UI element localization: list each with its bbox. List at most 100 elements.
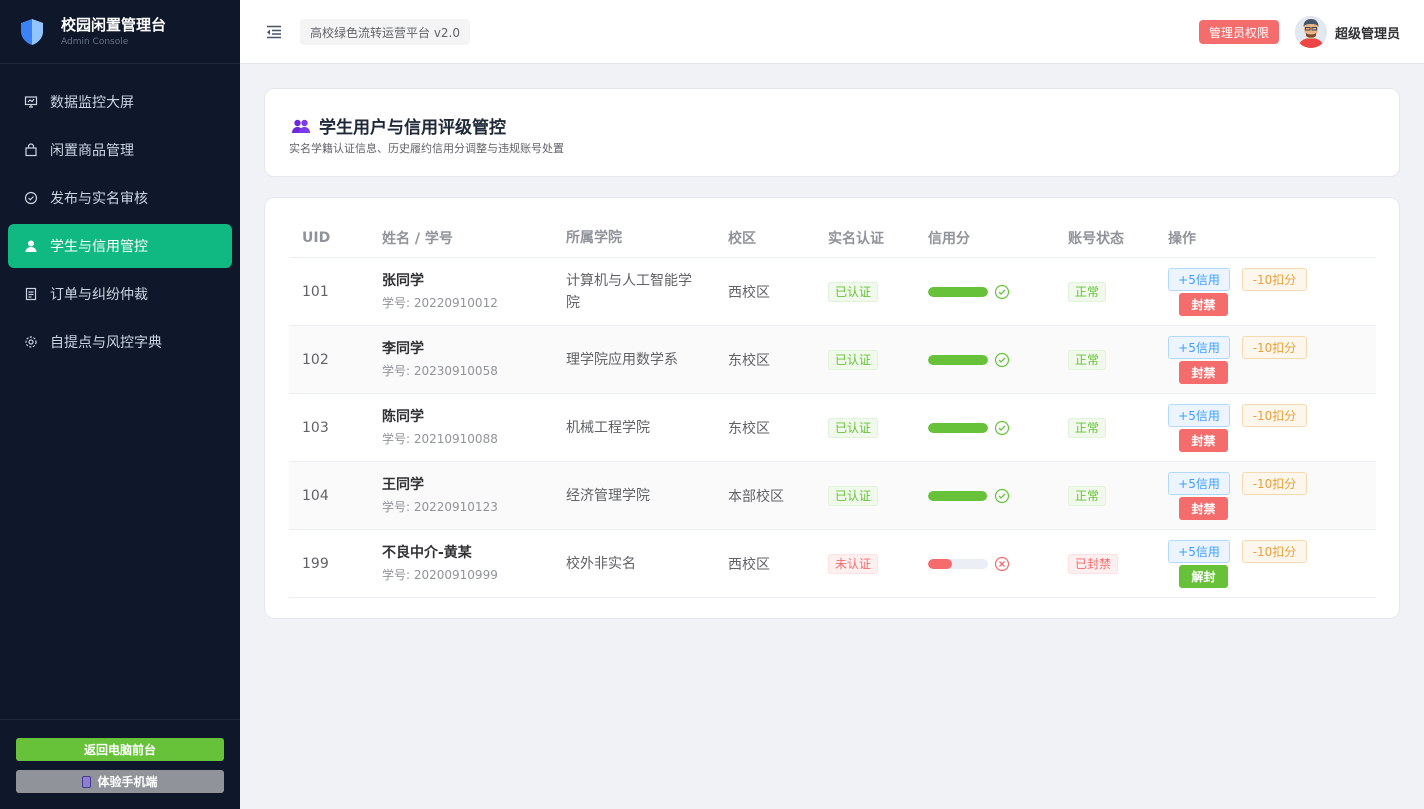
student-id: 学号: 20210910088 <box>382 432 498 446</box>
column-header-verify[interactable]: 实名认证 <box>828 218 884 257</box>
status-badge: 正常 <box>1068 349 1107 370</box>
college-cell: 理学院应用数学系 <box>566 351 678 368</box>
credit-cell <box>928 326 1010 393</box>
verify-cell: 已认证 <box>828 462 879 529</box>
column-header-credit[interactable]: 信用分 <box>928 218 970 257</box>
back-to-frontend-button[interactable]: 返回电脑前台 <box>16 738 224 761</box>
add-credit-button[interactable]: +5信用 <box>1168 472 1230 495</box>
sidebar-item-students[interactable]: 学生与信用管控 <box>8 224 232 268</box>
credit-bar <box>928 422 988 433</box>
top-header: 高校绿色流转运营平台 v2.0 管理员权限 超级管理员 <box>240 0 1424 64</box>
platform-tag: 高校绿色流转运营平台 v2.0 <box>300 19 471 45</box>
phone-icon <box>82 775 92 788</box>
credit-cell <box>928 258 1010 325</box>
verify-badge: 已认证 <box>828 417 879 438</box>
column-header-status[interactable]: 账号状态 <box>1068 218 1124 257</box>
table-row: 199 不良中介-黄某 学号: 20200910999 校外非实名 西校区 未认证 已封禁 +… <box>289 530 1376 598</box>
deduct-credit-button[interactable]: -10扣分 <box>1242 472 1307 495</box>
sidebar: 校园闲置管理台 Admin Console 数据监控大屏 闲置商品管理 发布与实… <box>0 0 240 809</box>
student-id: 学号: 20220910012 <box>382 296 498 310</box>
sidebar-item-goods[interactable]: 闲置商品管理 <box>8 128 232 172</box>
verify-cell: 未认证 <box>828 530 879 597</box>
college-cell: 机械工程学院 <box>566 419 650 436</box>
deduct-credit-button[interactable]: -10扣分 <box>1242 404 1307 427</box>
brand: 校园闲置管理台 Admin Console <box>0 0 240 64</box>
deduct-credit-button[interactable]: -10扣分 <box>1242 268 1307 291</box>
credit-cell <box>928 394 1010 461</box>
sidebar-item-label: 闲置商品管理 <box>50 143 134 159</box>
verify-badge: 未认证 <box>828 553 879 574</box>
role-badge: 管理员权限 <box>1199 20 1279 44</box>
uid-cell: 199 <box>302 555 329 572</box>
unban-button[interactable]: 解封 <box>1179 565 1228 588</box>
sidebar-item-pickup[interactable]: 自提点与风控字典 <box>8 320 232 364</box>
credit-bar-fill <box>928 286 988 297</box>
uid-cell: 103 <box>302 419 329 436</box>
page-title: 学生用户与信用评级管控 <box>319 118 506 138</box>
student-name: 不良中介-黄某 <box>382 545 472 561</box>
mobile-preview-button[interactable]: 体验手机端 <box>16 770 224 793</box>
student-id: 学号: 20200910999 <box>382 568 498 582</box>
sidebar-footer: 返回电脑前台 体验手机端 <box>0 719 240 809</box>
verify-badge: 已认证 <box>828 281 879 302</box>
student-name: 陈同学 <box>382 409 424 425</box>
ban-button[interactable]: 封禁 <box>1179 497 1228 520</box>
campus-cell: 东校区 <box>728 420 770 437</box>
sidebar-item-label: 发布与实名审核 <box>50 191 148 207</box>
ban-button[interactable]: 封禁 <box>1179 361 1228 384</box>
sidebar-item-label: 学生与信用管控 <box>50 239 148 255</box>
add-credit-button[interactable]: +5信用 <box>1168 404 1230 427</box>
sidebar-item-review[interactable]: 发布与实名审核 <box>8 176 232 220</box>
status-cell: 正常 <box>1068 462 1107 529</box>
verify-badge: 已认证 <box>828 485 879 506</box>
sidebar-menu: 数据监控大屏 闲置商品管理 发布与实名审核 学生与信用管控 订单与纠纷仲裁 自提… <box>8 80 232 368</box>
column-header-campus[interactable]: 校区 <box>728 218 756 257</box>
page-subtitle: 实名学籍认证信息、历史履约信用分调整与违规账号处置 <box>289 142 564 155</box>
sidebar-item-orders[interactable]: 订单与纠纷仲裁 <box>8 272 232 316</box>
close-circle-icon <box>994 556 1010 571</box>
college-cell: 校外非实名 <box>566 555 636 572</box>
credit-bar <box>928 354 988 365</box>
credit-bar <box>928 286 988 297</box>
table-row: 101 张同学 学号: 20220910012 计算机与人工智能学院 西校区 已认证 正常 +… <box>289 258 1376 326</box>
column-header-college[interactable]: 所属学院 <box>566 218 701 257</box>
table-row: 104 王同学 学号: 20220910123 经济管理学院 本部校区 已认证 正常 +5信用… <box>289 462 1376 530</box>
avatar[interactable] <box>1295 16 1327 48</box>
sidebar-item-dashboard[interactable]: 数据监控大屏 <box>8 80 232 124</box>
status-cell: 正常 <box>1068 394 1107 461</box>
shield-logo-icon <box>21 18 43 45</box>
status-cell: 正常 <box>1068 326 1107 393</box>
credit-bar <box>928 490 988 501</box>
deduct-credit-button[interactable]: -10扣分 <box>1242 336 1307 359</box>
students-table-card: UID 姓名 / 学号 所属学院 校区 实名认证 信用分 账号状态 操作 101… <box>264 197 1400 619</box>
sidebar-item-label: 订单与纠纷仲裁 <box>50 287 148 303</box>
name-cell: 王同学 学号: 20220910123 <box>382 462 498 529</box>
document-icon <box>24 287 38 301</box>
column-header-uid[interactable]: UID <box>302 218 330 257</box>
brand-title: 校园闲置管理台 <box>61 16 167 34</box>
user-name[interactable]: 超级管理员 <box>1335 23 1400 42</box>
bag-icon <box>24 143 38 157</box>
ban-button[interactable]: 封禁 <box>1179 293 1228 316</box>
add-credit-button[interactable]: +5信用 <box>1168 268 1230 291</box>
table-row: 102 李同学 学号: 20230910058 理学院应用数学系 东校区 已认证 正常 +5信… <box>289 326 1376 394</box>
deduct-credit-button[interactable]: -10扣分 <box>1242 540 1307 563</box>
column-header-name[interactable]: 姓名 / 学号 <box>382 218 453 257</box>
table-body: 101 张同学 学号: 20220910012 计算机与人工智能学院 西校区 已认证 正常 +… <box>289 258 1376 598</box>
status-badge: 正常 <box>1068 417 1107 438</box>
verify-cell: 已认证 <box>828 326 879 393</box>
status-cell: 已封禁 <box>1068 530 1119 597</box>
mobile-preview-label: 体验手机端 <box>97 775 158 789</box>
page-header-card: 学生用户与信用评级管控 实名学籍认证信息、历史履约信用分调整与违规账号处置 <box>264 88 1400 177</box>
table-row: 103 陈同学学号: 20210910088 机械工程学院 东校区 已认证 正常 +5信用 -… <box>289 394 1376 462</box>
gear-icon <box>24 335 38 349</box>
status-badge: 已封禁 <box>1068 553 1119 574</box>
menu-fold-icon[interactable] <box>266 24 282 40</box>
credit-bar-fill <box>928 354 988 365</box>
add-credit-button[interactable]: +5信用 <box>1168 336 1230 359</box>
campus-cell: 本部校区 <box>728 488 784 505</box>
uid-cell: 104 <box>302 487 329 504</box>
check-circle-icon <box>994 284 1010 299</box>
add-credit-button[interactable]: +5信用 <box>1168 540 1230 563</box>
ban-button[interactable]: 封禁 <box>1179 429 1228 452</box>
